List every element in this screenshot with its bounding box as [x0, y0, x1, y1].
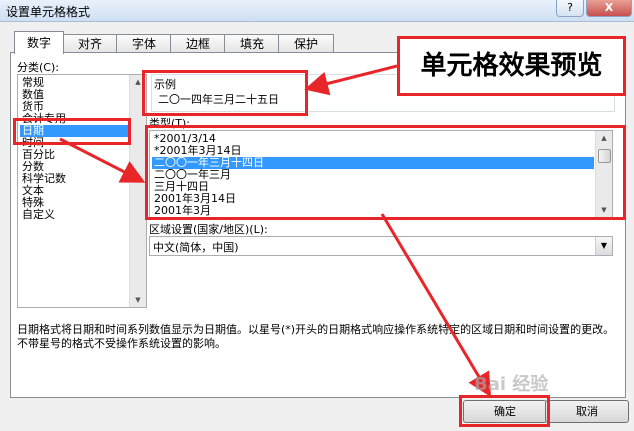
sample-value: 二〇一四年三月二十五日 — [158, 93, 279, 106]
format-description: 日期格式将日期和时间系列数值显示为日期值。以星号(*)开头的日期格式响应操作系统… — [17, 323, 615, 350]
scroll-up-icon[interactable]: ▲ — [596, 131, 612, 145]
locale-select[interactable]: 中文(简体，中国) ▼ — [149, 236, 613, 256]
category-item[interactable]: 自定义 — [20, 209, 57, 221]
chevron-down-icon[interactable]: ▼ — [595, 237, 612, 255]
annotation-label: 单元格效果预览 — [397, 36, 626, 96]
help-button[interactable]: ? — [556, 0, 584, 17]
locale-label: 区域设置(国家/地区)(L): — [149, 223, 268, 236]
category-scrollbar[interactable]: ▲ ▼ — [129, 75, 146, 307]
type-list[interactable]: *2001/3/14 *2001年3月14日 二〇〇一年三月十四日 二〇〇一年三月 三月… — [149, 130, 613, 218]
watermark: Bai 经验 — [474, 374, 549, 395]
scroll-down-icon[interactable]: ▼ — [596, 203, 612, 217]
tab-border[interactable]: 边框 — [170, 34, 226, 53]
category-label: 分类(C): — [17, 61, 59, 74]
title-bar[interactable]: 设置单元格格式 ? X — [0, 0, 634, 22]
ok-button[interactable]: 确定 — [463, 400, 547, 423]
tab-protection[interactable]: 保护 — [278, 34, 334, 53]
scroll-thumb[interactable] — [598, 149, 611, 163]
close-button[interactable]: X — [586, 0, 632, 17]
tab-font[interactable]: 字体 — [116, 34, 172, 53]
tab-fill[interactable]: 填充 — [224, 34, 280, 53]
locale-value: 中文(简体，中国) — [153, 241, 239, 254]
cancel-button[interactable]: 取消 — [545, 400, 629, 423]
sample-label: 示例 — [154, 78, 176, 91]
category-list[interactable]: 常规 数值 货币 会计专用 日期 时间 百分比 分数 科学记数 文本 特殊 自定义 ▲ ▼ — [17, 74, 147, 308]
scroll-down-icon[interactable]: ▼ — [130, 293, 146, 307]
type-label: 类型(T): — [149, 117, 191, 130]
format-cells-dialog: 设置单元格格式 ? X 数字 对齐 字体 边框 填充 保护 分类(C): 常规数… — [0, 0, 634, 431]
window-title: 设置单元格格式 — [6, 5, 91, 19]
tab-number[interactable]: 数字 — [14, 31, 64, 54]
number-tab-panel: 分类(C): 常规 数值 货币 会计专用 日期 时间 百分比 分数 科学记数 文本 特殊 自定义 ▲ … — [10, 52, 626, 398]
type-scrollbar[interactable]: ▲ ▼ — [595, 131, 612, 217]
tab-alignment[interactable]: 对齐 — [62, 34, 118, 53]
type-item[interactable]: 2001年3月 — [152, 205, 213, 217]
scroll-up-icon[interactable]: ▲ — [130, 75, 146, 89]
